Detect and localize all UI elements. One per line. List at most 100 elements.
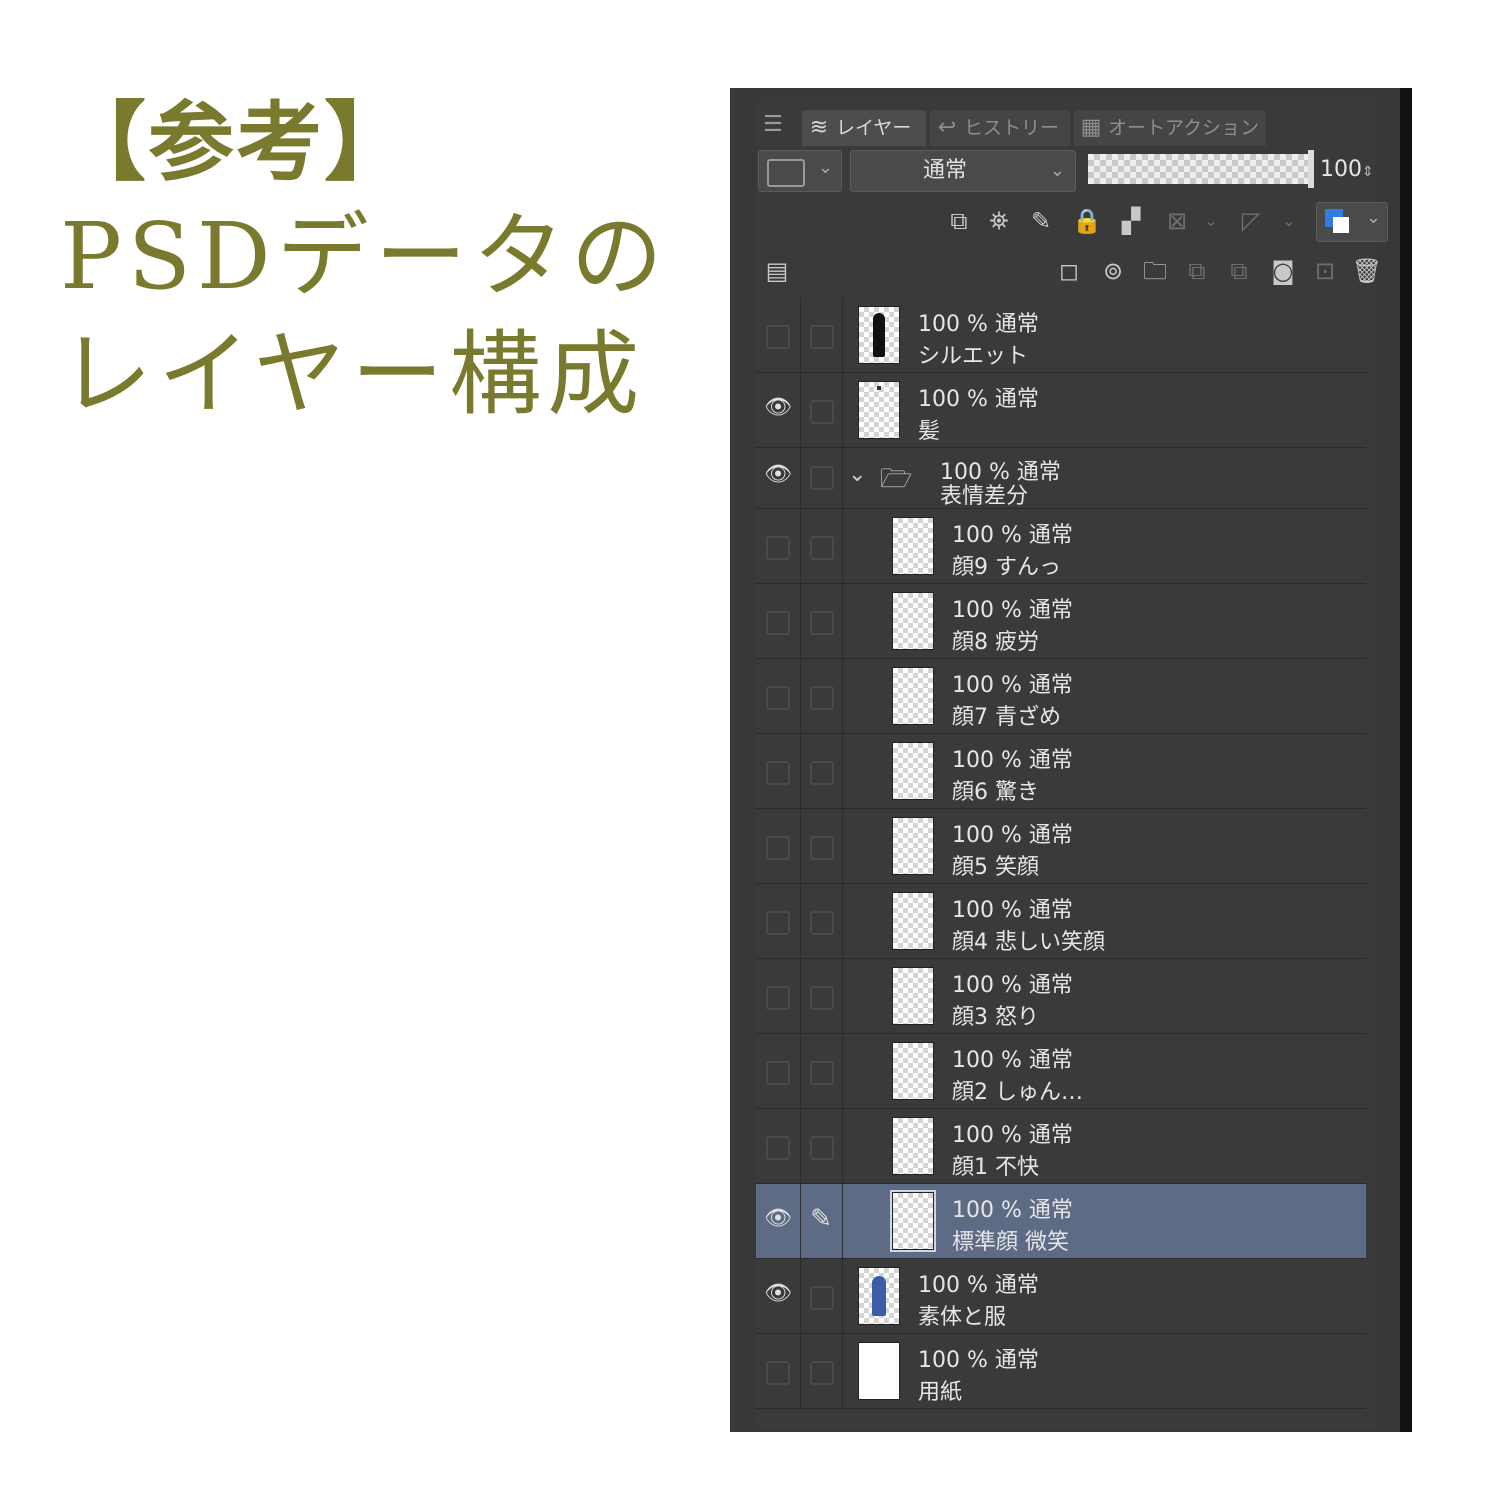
visibility-toggle[interactable]	[756, 1109, 801, 1183]
visibility-toggle[interactable]: 👁	[756, 448, 801, 508]
opacity-slider-handle[interactable]	[1308, 150, 1314, 188]
chevron-down-icon[interactable]: ⌄	[1272, 204, 1306, 238]
visibility-toggle[interactable]	[756, 584, 801, 658]
visibility-toggle[interactable]: 👁	[756, 1259, 801, 1333]
opacity-slider[interactable]	[1088, 154, 1308, 184]
lock-transparency-icon[interactable]: ▞	[1114, 204, 1148, 238]
layer-name[interactable]: シルエット	[918, 338, 1028, 370]
edit-target-toggle[interactable]	[800, 448, 843, 508]
layer-name[interactable]: 素体と服	[918, 1299, 1006, 1331]
layer-name[interactable]: 顔1 不快	[952, 1149, 1039, 1181]
visibility-toggle[interactable]: 👁	[756, 1184, 801, 1258]
visibility-toggle[interactable]	[756, 298, 801, 372]
layer-row[interactable]: 100 % 通常 顔2 しゅん…	[756, 1034, 1366, 1109]
visibility-checkbox	[766, 611, 790, 635]
new-folder-icon[interactable]: 🗀	[1138, 254, 1172, 288]
layer-row[interactable]: 100 % 通常 顔9 すんっ	[756, 509, 1366, 584]
layer-name[interactable]: 顔9 すんっ	[952, 549, 1061, 581]
visibility-toggle[interactable]	[756, 659, 801, 733]
edit-target-toggle[interactable]	[800, 734, 843, 808]
visibility-toggle[interactable]	[756, 959, 801, 1033]
visibility-toggle[interactable]: 👁	[756, 373, 801, 447]
layer-row[interactable]: 100 % 通常 顔8 疲労	[756, 584, 1366, 659]
layer-properties: 100 % 通常	[918, 1273, 1039, 1298]
visibility-toggle[interactable]	[756, 509, 801, 583]
layer-folder-row[interactable]: 👁 ⌄ 🗁 100 % 通常 表情差分	[756, 448, 1366, 509]
layer-row[interactable]: 👁 100 % 通常髪	[756, 373, 1366, 448]
tab-history[interactable]: ↩ ヒストリー	[930, 110, 1070, 146]
edit-target-toggle[interactable]	[800, 373, 843, 447]
layer-name[interactable]: 顔6 驚き	[952, 774, 1039, 806]
layer-color-dropdown[interactable]: ⌄	[758, 150, 842, 192]
visibility-checkbox	[766, 836, 790, 860]
visibility-toggle[interactable]	[756, 884, 801, 958]
mask-enable-icon[interactable]: ⊠	[1160, 204, 1194, 238]
draft-layer-icon[interactable]: ✎	[1024, 204, 1058, 238]
eye-icon: 👁	[764, 1281, 792, 1306]
layer-row[interactable]: 100 % 通常 顔6 驚き	[756, 734, 1366, 809]
layer-name[interactable]: 用紙	[918, 1374, 962, 1406]
edit-target-toggle[interactable]: ✎	[800, 1184, 843, 1258]
layer-name[interactable]: 髪	[918, 413, 940, 445]
layer-row[interactable]: 100 % 通常 顔1 不快	[756, 1109, 1366, 1184]
eye-icon: 👁	[764, 1206, 792, 1231]
layer-name[interactable]: 顔7 青ざめ	[952, 699, 1061, 731]
chevron-down-icon[interactable]: ⌄	[848, 462, 866, 487]
layer-name[interactable]: 顔2 しゅん…	[952, 1074, 1083, 1106]
new-raster-layer-icon[interactable]: ◻	[1052, 254, 1086, 288]
create-mask-icon[interactable]: ◙	[1266, 254, 1300, 288]
reference-layer-icon[interactable]: ⛯	[982, 204, 1016, 238]
layer-properties: 100 % 通常	[952, 598, 1073, 623]
blend-mode-select[interactable]: 通常 ⌄	[850, 150, 1076, 192]
transfer-to-lower-layer-icon[interactable]: ⧉	[1180, 254, 1214, 288]
delete-layer-icon[interactable]: 🗑	[1350, 254, 1384, 288]
merge-down-icon[interactable]: ⧉	[1222, 254, 1256, 288]
opacity-stepper[interactable]: 100⇕	[1320, 150, 1374, 192]
edit-target-toggle[interactable]	[800, 1259, 843, 1333]
layer-name[interactable]: 顔5 笑顔	[952, 849, 1039, 881]
layer-row[interactable]: 100 % 通常 顔7 青ざめ	[756, 659, 1366, 734]
layer-row[interactable]: 100 % 通常 顔3 怒り	[756, 959, 1366, 1034]
visibility-toggle[interactable]	[756, 734, 801, 808]
chevron-down-icon[interactable]: ⌄	[1194, 204, 1228, 238]
edit-target-toggle[interactable]	[800, 659, 843, 733]
visibility-checkbox	[766, 986, 790, 1010]
layer-color-picker[interactable]: ⌄	[1316, 202, 1388, 242]
edit-target-toggle[interactable]	[800, 1034, 843, 1108]
lock-icon[interactable]: 🔒	[1070, 204, 1104, 238]
layer-name[interactable]: 顔8 疲労	[952, 624, 1039, 656]
clip-to-layer-below-icon[interactable]: ⧉	[942, 204, 976, 238]
edit-target-toggle[interactable]	[800, 809, 843, 883]
tab-auto-action[interactable]: ▦ オートアクション	[1074, 110, 1266, 146]
layer-properties: 100 % 通常	[952, 973, 1073, 998]
edit-target-toggle[interactable]	[800, 298, 843, 372]
layer-row[interactable]: 100 % 通常 顔5 笑顔	[756, 809, 1366, 884]
panel-options-icon[interactable]: ▤	[760, 254, 794, 288]
tab-layers[interactable]: ≋ レイヤー	[802, 110, 926, 146]
visibility-toggle[interactable]	[756, 1034, 801, 1108]
edit-target-toggle[interactable]	[800, 584, 843, 658]
layer-row[interactable]: 100 % 通常 顔4 悲しい笑顔	[756, 884, 1366, 959]
edit-target-toggle[interactable]	[800, 1109, 843, 1183]
layer-name[interactable]: 標準顔 微笑	[952, 1224, 1069, 1256]
layer-thumbnail	[892, 1117, 934, 1175]
menu-icon[interactable]: ☰	[760, 112, 786, 138]
caption: 【参考】 PSDデータの レイヤー構成	[60, 88, 669, 434]
edit-target-toggle[interactable]	[800, 1334, 843, 1408]
edit-target-toggle[interactable]	[800, 884, 843, 958]
edit-target-toggle[interactable]	[800, 959, 843, 1033]
layer-row[interactable]: 👁 100 % 通常 素体と服	[756, 1259, 1366, 1334]
ruler-enable-icon[interactable]: ◸	[1234, 204, 1268, 238]
new-vector-layer-icon[interactable]: ⊚	[1096, 254, 1130, 288]
edit-target-toggle[interactable]	[800, 509, 843, 583]
layer-name[interactable]: 顔3 怒り	[952, 999, 1039, 1031]
layer-properties: 100 % 通常	[952, 748, 1073, 773]
visibility-toggle[interactable]	[756, 1334, 801, 1408]
layer-row[interactable]: 👁 ✎ 100 % 通常 標準顔 微笑	[756, 1184, 1366, 1259]
layer-row[interactable]: 100 % 通常 シルエット	[756, 298, 1366, 373]
layer-row[interactable]: 100 % 通常 用紙	[756, 1334, 1366, 1409]
layer-name[interactable]: 表情差分	[940, 478, 1028, 510]
apply-mask-icon[interactable]: ⊡	[1308, 254, 1342, 288]
layer-name[interactable]: 顔4 悲しい笑顔	[952, 924, 1105, 956]
visibility-toggle[interactable]	[756, 809, 801, 883]
